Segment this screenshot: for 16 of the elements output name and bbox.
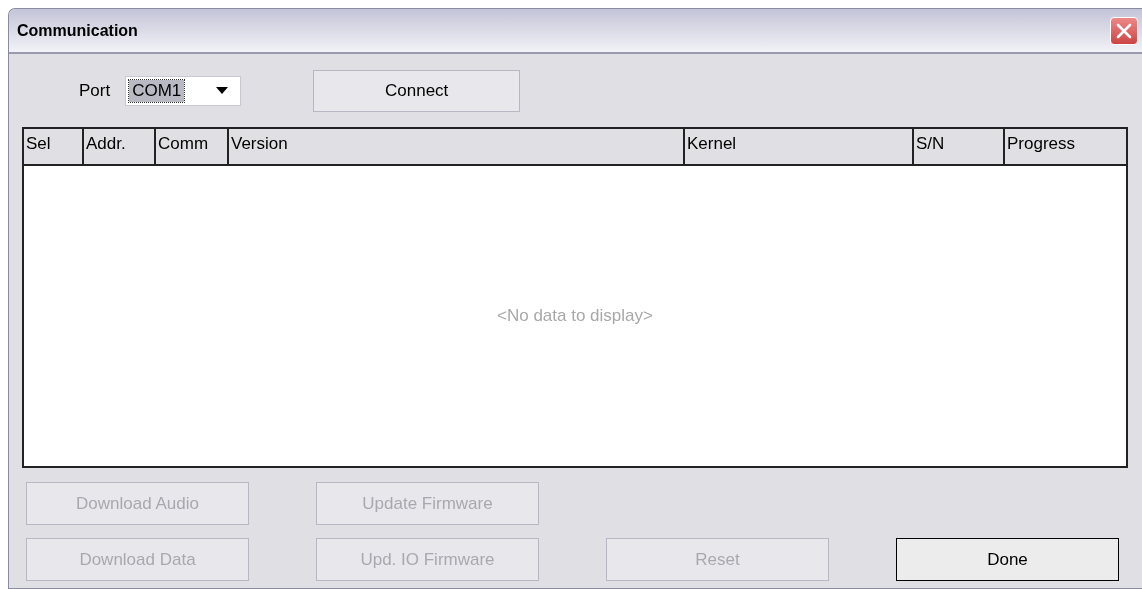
- action-button[interactable]: Done: [896, 538, 1119, 581]
- connect-button[interactable]: Connect: [313, 69, 521, 112]
- close-icon: [1115, 21, 1133, 40]
- column-header[interactable]: Sel: [24, 129, 84, 164]
- column-header[interactable]: Comm: [156, 129, 229, 164]
- column-header[interactable]: Version: [229, 129, 685, 164]
- port-label: Port: [79, 80, 111, 101]
- empty-message: <No data to display>: [497, 306, 653, 326]
- column-header[interactable]: Kernel: [685, 129, 914, 164]
- caret-icon: [216, 86, 229, 95]
- window-title: Communication: [17, 21, 138, 40]
- port-dropdown[interactable]: COM1: [125, 75, 242, 106]
- column-header[interactable]: S/N: [914, 129, 1005, 164]
- column-header[interactable]: Addr.: [84, 129, 156, 164]
- close-button[interactable]: [1110, 16, 1138, 45]
- column-header[interactable]: Progress: [1005, 129, 1126, 164]
